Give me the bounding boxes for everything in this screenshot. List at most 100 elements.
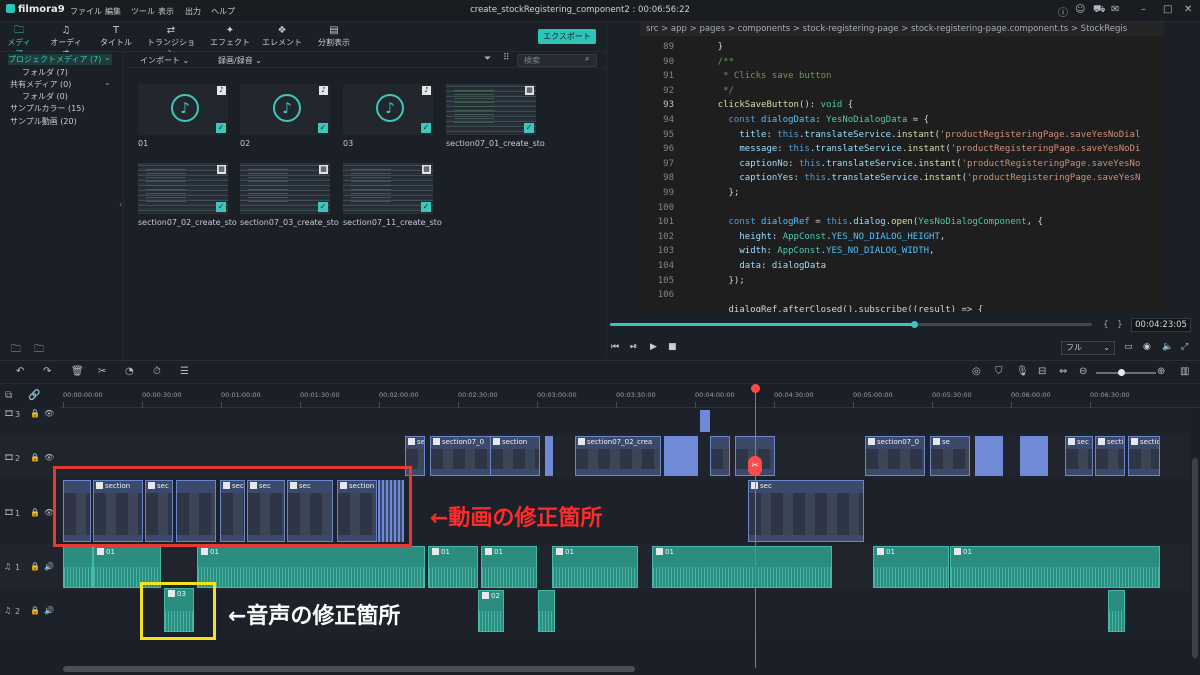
video-clip[interactable]: sectio: [1095, 436, 1125, 476]
video-clip[interactable]: sectio: [1128, 436, 1160, 476]
video-clip[interactable]: [710, 436, 730, 476]
minimize-icon[interactable]: –: [1141, 4, 1146, 15]
timeline-horizontal-scrollbar[interactable]: [63, 666, 635, 672]
account-icon[interactable]: ☺: [1075, 4, 1085, 15]
undo-icon[interactable]: ↶: [16, 366, 24, 377]
render-icon[interactable]: ◎: [972, 366, 981, 377]
stop-icon[interactable]: ■: [668, 342, 677, 352]
audio-clip[interactable]: 01: [481, 546, 537, 588]
library-item-sample-videos[interactable]: サンプル動画 (20): [10, 116, 77, 127]
adjust-icon[interactable]: ☰: [180, 366, 189, 377]
menu-help[interactable]: ヘルプ: [211, 6, 235, 17]
video-clip[interactable]: [664, 436, 698, 476]
fullscreen-icon[interactable]: ⤢: [1181, 342, 1188, 352]
lock-icon[interactable]: 🔒: [30, 409, 40, 418]
prev-frame-icon[interactable]: ⏮: [611, 342, 619, 352]
new-folder-icon[interactable]: 🗀: [11, 342, 21, 359]
video-clip[interactable]: sec: [1065, 436, 1093, 476]
zoom-out-icon[interactable]: ⊖: [1079, 366, 1087, 377]
media-thumb-section07-02[interactable]: ▦ ✓: [138, 163, 228, 214]
grid-view-icon[interactable]: ⠿: [503, 53, 510, 63]
add-track-icon[interactable]: ⧉: [5, 390, 12, 401]
tab-elements[interactable]: ❖ エレメント: [262, 24, 302, 48]
tab-split-screen[interactable]: ▤ 分割表示: [314, 24, 354, 48]
menu-edit[interactable]: 編集: [105, 6, 121, 17]
zoom-slider-handle[interactable]: [1118, 369, 1125, 376]
speaker-icon[interactable]: 🔊: [44, 606, 54, 615]
video-clip[interactable]: se: [930, 436, 970, 476]
mail-icon[interactable]: ✉: [1111, 4, 1119, 15]
menu-file[interactable]: ファイル: [70, 6, 102, 17]
playhead-line[interactable]: [755, 384, 756, 668]
video-clip[interactable]: section07_0: [865, 436, 925, 476]
lock-icon[interactable]: 🔒: [30, 606, 40, 615]
audio-clip[interactable]: 01: [552, 546, 638, 588]
audio-clip[interactable]: 01: [950, 546, 1160, 588]
export-button[interactable]: エクスポート: [538, 29, 596, 44]
cart-icon[interactable]: ⛟: [1093, 4, 1106, 17]
media-thumb-03[interactable]: ♪ ♪ ✓: [343, 84, 433, 135]
eye-icon[interactable]: 👁: [44, 409, 54, 418]
audio-clip[interactable]: 01: [197, 546, 425, 588]
timeline-vertical-scrollbar[interactable]: [1192, 458, 1198, 658]
play-frame-icon[interactable]: ⏯: [630, 342, 637, 352]
speed-icon[interactable]: ◔: [125, 366, 134, 377]
marker-icon[interactable]: ⛉: [995, 366, 1003, 377]
speaker-icon[interactable]: 🔊: [44, 562, 54, 571]
lock-icon[interactable]: 🔒: [30, 453, 40, 462]
video-clip[interactable]: [975, 436, 1003, 476]
delete-icon[interactable]: 🗑: [71, 366, 84, 377]
zoom-in-icon[interactable]: ⊕: [1157, 366, 1165, 377]
library-item-project-media[interactable]: プロジェクトメディア (7): [8, 54, 112, 65]
import-dropdown[interactable]: インポート ⌄: [140, 55, 189, 66]
lock-icon[interactable]: 🔒: [30, 562, 40, 571]
video-clip[interactable]: section07_02_crea: [575, 436, 661, 476]
audio-clip[interactable]: 01: [652, 546, 832, 588]
audio-clip[interactable]: [1108, 590, 1125, 632]
menu-view[interactable]: 表示: [158, 6, 174, 17]
snapshot-icon[interactable]: ◉: [1143, 342, 1151, 352]
playhead-handle[interactable]: [751, 384, 760, 393]
video-clip[interactable]: section: [490, 436, 540, 476]
duration-icon[interactable]: ⏱: [153, 366, 161, 377]
mark-in-icon[interactable]: {: [1103, 320, 1109, 330]
timeline-settings-icon[interactable]: ▥: [1180, 366, 1189, 377]
media-thumb-section07-01[interactable]: ▦ ✓: [446, 84, 536, 135]
delete-folder-icon[interactable]: 🗀: [34, 342, 44, 359]
maximize-icon[interactable]: □: [1163, 4, 1172, 15]
chevron-down-icon[interactable]: ⌄: [104, 53, 111, 62]
video-clip[interactable]: sec: [748, 480, 864, 542]
library-item-sample-colors[interactable]: サンプルカラー (15): [10, 103, 84, 114]
volume-icon[interactable]: 🔈: [1162, 342, 1173, 352]
link-icon[interactable]: 🔗: [28, 390, 40, 401]
video-clip[interactable]: [1020, 436, 1048, 476]
library-item-shared-folder[interactable]: フォルダ (0): [22, 91, 68, 102]
fit-timeline-icon[interactable]: ⇔: [1059, 366, 1067, 377]
preview-quality-select[interactable]: フル ⌄: [1061, 341, 1115, 355]
video-clip[interactable]: section07_0: [430, 436, 492, 476]
filter-icon[interactable]: ⏷: [484, 54, 491, 64]
audio-clip[interactable]: [538, 590, 555, 632]
preview-scrubber-handle[interactable]: [910, 321, 918, 328]
video-clip[interactable]: [700, 410, 710, 432]
tab-titles[interactable]: T タイトル: [100, 24, 132, 48]
play-icon[interactable]: ▶: [650, 342, 657, 352]
eye-icon[interactable]: 👁: [44, 453, 54, 462]
media-thumb-section07-03[interactable]: ▦ ✓: [240, 163, 330, 214]
video-clip[interactable]: [545, 436, 553, 476]
media-thumb-section07-11[interactable]: ▦ ✓: [343, 163, 433, 214]
record-dropdown[interactable]: 録画/録音 ⌄: [218, 55, 262, 66]
cut-icon[interactable]: ✂: [98, 366, 106, 377]
menu-tools[interactable]: ツール: [131, 6, 155, 17]
collapse-panel-icon[interactable]: ‹: [119, 200, 122, 209]
audio-clip[interactable]: 01: [873, 546, 949, 588]
mark-out-icon[interactable]: }: [1117, 320, 1123, 330]
lock-icon[interactable]: 🔒: [30, 508, 40, 517]
audio-clip[interactable]: [63, 546, 93, 588]
media-thumb-01[interactable]: ♪ ♪ ✓: [138, 84, 228, 135]
library-item-shared-media[interactable]: 共有メディア (0): [10, 79, 71, 90]
split-scissors-icon[interactable]: ✂: [748, 456, 762, 476]
menu-export[interactable]: 出力: [185, 6, 201, 17]
tab-effects[interactable]: ✦ エフェクト: [210, 24, 250, 48]
info-icon[interactable]: ⓘ: [1058, 4, 1068, 19]
